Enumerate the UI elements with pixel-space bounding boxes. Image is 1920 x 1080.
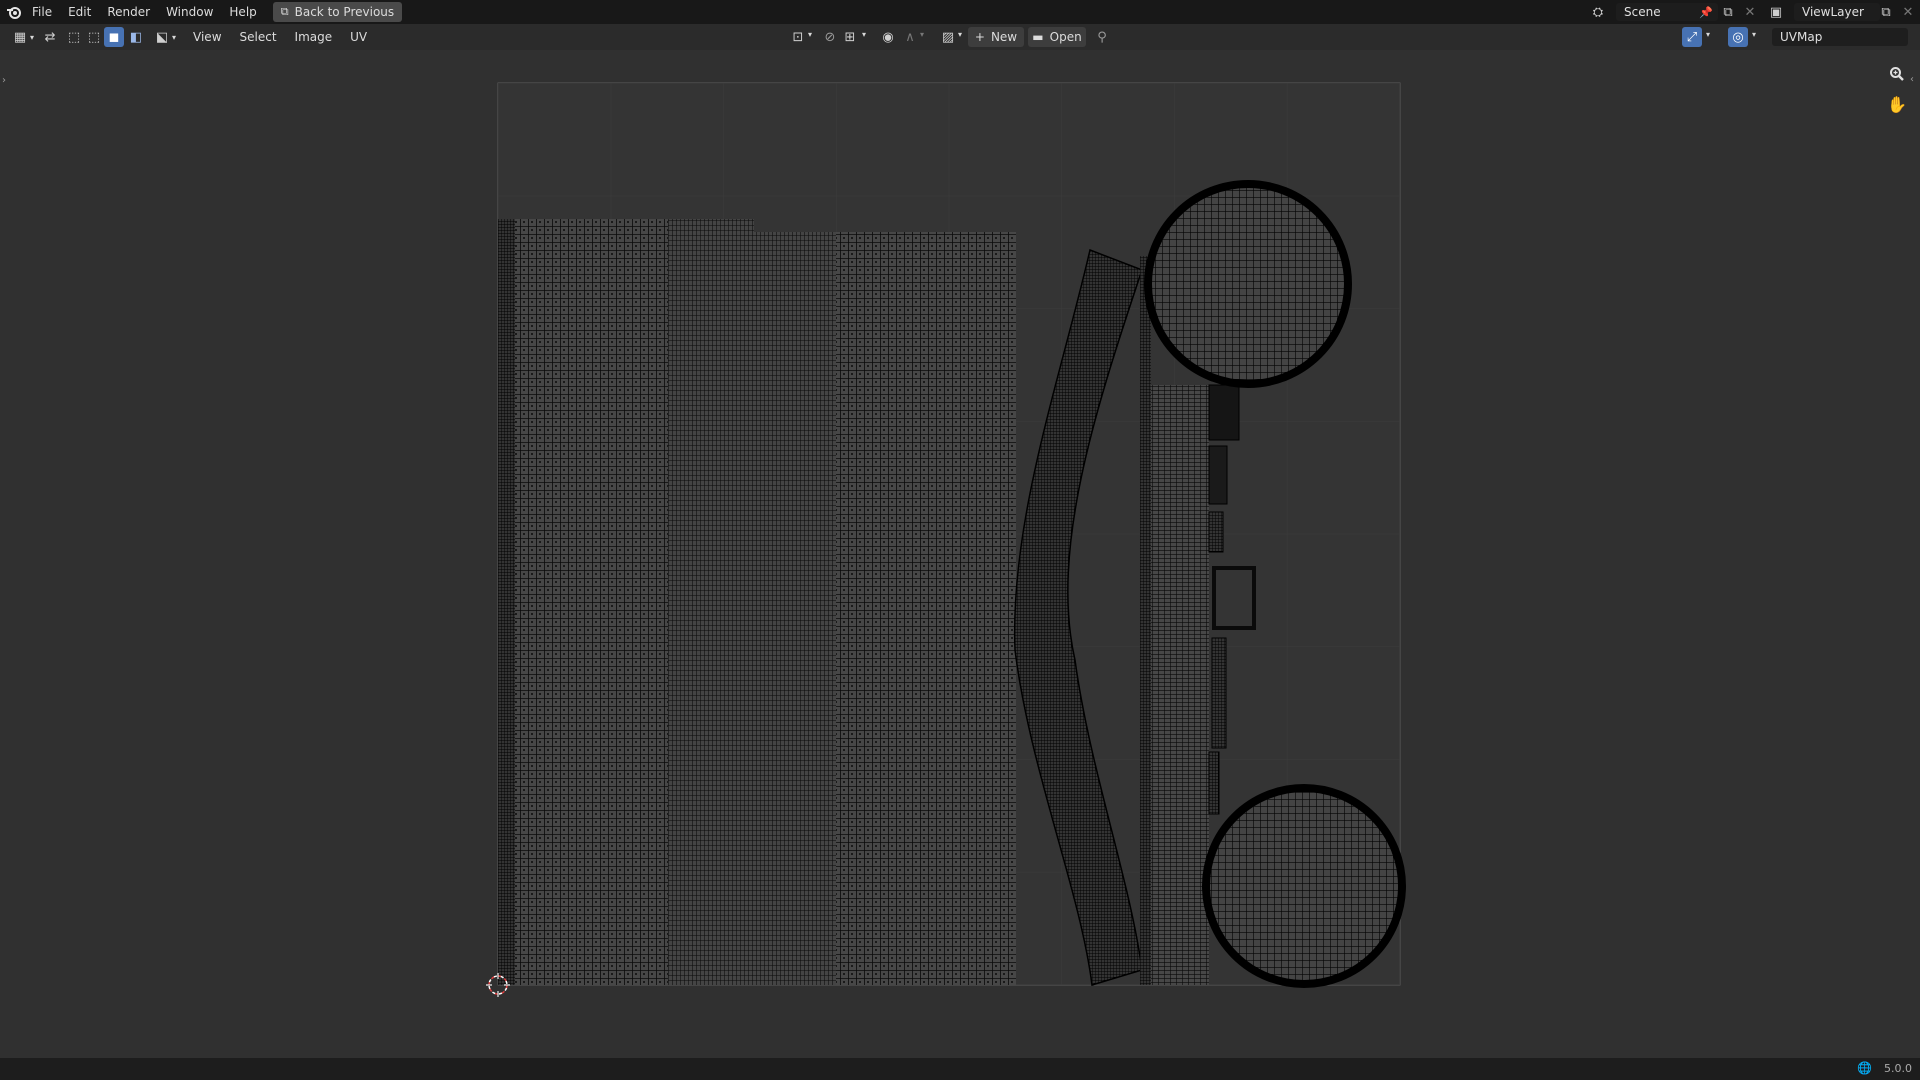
new-scene-icon[interactable]: ⧉: [1718, 2, 1738, 22]
vertex-select-icon[interactable]: ⬚: [64, 27, 84, 47]
overlays-icon[interactable]: ◎: [1728, 27, 1748, 47]
uv-island-small-b: [1208, 445, 1228, 505]
uv-island-left-a: [498, 219, 515, 985]
pin-scene-icon[interactable]: 📌: [1696, 2, 1716, 22]
uv-island-mid-b: [836, 232, 1016, 985]
new-image-button[interactable]: + New: [968, 27, 1024, 47]
scene-name: Scene: [1624, 5, 1661, 19]
pivot-point-icon[interactable]: ⊡: [788, 27, 808, 47]
snap-icon[interactable]: ⊘: [820, 27, 840, 47]
uv-map-name: UVMap: [1780, 30, 1823, 44]
uv-island-left-b: [515, 219, 668, 985]
status-bar: 🌐 5.0.0: [0, 1058, 1920, 1080]
menu-edit[interactable]: Edit: [60, 0, 99, 24]
view-layer-name: ViewLayer: [1802, 5, 1864, 19]
uv-island-column-thin: [1140, 256, 1151, 985]
menu-help[interactable]: Help: [221, 0, 264, 24]
open-image-label: Open: [1049, 30, 1082, 44]
uv-island-sphere-bottom: [1202, 784, 1406, 988]
sidebar-expand-icon[interactable]: ‹: [1910, 74, 1914, 85]
uv-map-field[interactable]: UVMap: [1772, 28, 1908, 46]
plus-icon: +: [974, 30, 985, 44]
chevron-down-icon: ▾: [862, 30, 867, 39]
uv-select-mode-icon[interactable]: ⤢: [1682, 27, 1702, 47]
uv-island-small-e: [1208, 751, 1220, 815]
sticky-selection-icon[interactable]: ⬕: [152, 27, 172, 47]
chevron-down-icon: ▾: [958, 30, 963, 39]
uv-island-left-c: [668, 219, 754, 985]
uv-viewport[interactable]: ›: [0, 50, 1920, 1058]
editor-type-icon[interactable]: ▦: [10, 27, 30, 47]
zoom-icon[interactable]: [1884, 61, 1910, 87]
chevron-down-icon: ▾: [920, 30, 925, 39]
uv-island-column: [1151, 385, 1209, 985]
open-image-button[interactable]: ▬ Open: [1028, 27, 1086, 47]
pan-hand-icon[interactable]: ✋: [1884, 91, 1910, 117]
menu-uv[interactable]: UV: [341, 30, 376, 44]
uv-island-mid-a: [754, 232, 836, 985]
menu-view[interactable]: View: [184, 30, 230, 44]
menu-select[interactable]: Select: [231, 30, 286, 44]
uv-island-sphere-top: [1144, 180, 1352, 388]
pin-image-icon[interactable]: ⚲: [1092, 27, 1112, 47]
chevron-down-icon: ▾: [808, 30, 813, 39]
uv-island-small-a: [1208, 384, 1240, 441]
chevron-down-icon: ▾: [1706, 30, 1711, 39]
new-view-layer-icon[interactable]: ⧉: [1876, 2, 1896, 22]
uv-editor-header: ▦ ▾ ⇄ ⬚ ⬚ ◼ ◧ ⬕ ▾ View Select Image UV ⊡…: [0, 24, 1920, 50]
view-layer-name-field[interactable]: ViewLayer: [1794, 3, 1880, 21]
proportional-falloff-icon[interactable]: ∧: [900, 27, 920, 47]
menu-image[interactable]: Image: [286, 30, 342, 44]
chevron-down-icon: ▾: [172, 32, 177, 42]
uv-canvas[interactable]: › ✋ ‹: [0, 50, 1920, 1058]
folder-icon: ▬: [1032, 30, 1044, 44]
menu-window[interactable]: Window: [158, 0, 221, 24]
uv-island-small-c: [1208, 511, 1224, 553]
scene-selector-icon[interactable]: ⛭: [1588, 2, 1608, 22]
island-select-icon[interactable]: ◧: [126, 27, 146, 47]
delete-scene-icon[interactable]: ✕: [1740, 2, 1760, 22]
delete-view-layer-icon[interactable]: ✕: [1898, 2, 1918, 22]
menu-file[interactable]: File: [24, 0, 60, 24]
image-browse-icon[interactable]: ▨: [938, 27, 958, 47]
back-to-previous-label: Back to Previous: [294, 5, 395, 19]
chevron-down-icon: ▾: [30, 32, 35, 42]
view-layer-selector-icon[interactable]: ▣: [1766, 2, 1786, 22]
globe-icon: 🌐: [1857, 1061, 1872, 1075]
edge-select-icon[interactable]: ⬚: [84, 27, 104, 47]
top-bar: File Edit Render Window Help ⧉ Back to P…: [0, 0, 1920, 24]
menu-render[interactable]: Render: [99, 0, 158, 24]
uv-island-small-d: [1211, 637, 1227, 749]
face-select-icon[interactable]: ◼: [104, 27, 125, 47]
chevron-down-icon: ▾: [1752, 30, 1757, 39]
sync-selection-icon[interactable]: ⇄: [40, 27, 60, 47]
proportional-editing-icon[interactable]: ◉: [878, 27, 898, 47]
blender-logo-icon[interactable]: [4, 2, 24, 22]
toolbar-expand-icon[interactable]: ›: [2, 75, 6, 86]
snap-target-icon[interactable]: ⊞: [840, 27, 860, 47]
back-to-previous-button[interactable]: ⧉ Back to Previous: [272, 2, 403, 22]
new-image-label: New: [990, 30, 1018, 44]
version-text: 5.0.0: [1884, 1062, 1912, 1075]
back-icon: ⧉: [280, 5, 289, 18]
